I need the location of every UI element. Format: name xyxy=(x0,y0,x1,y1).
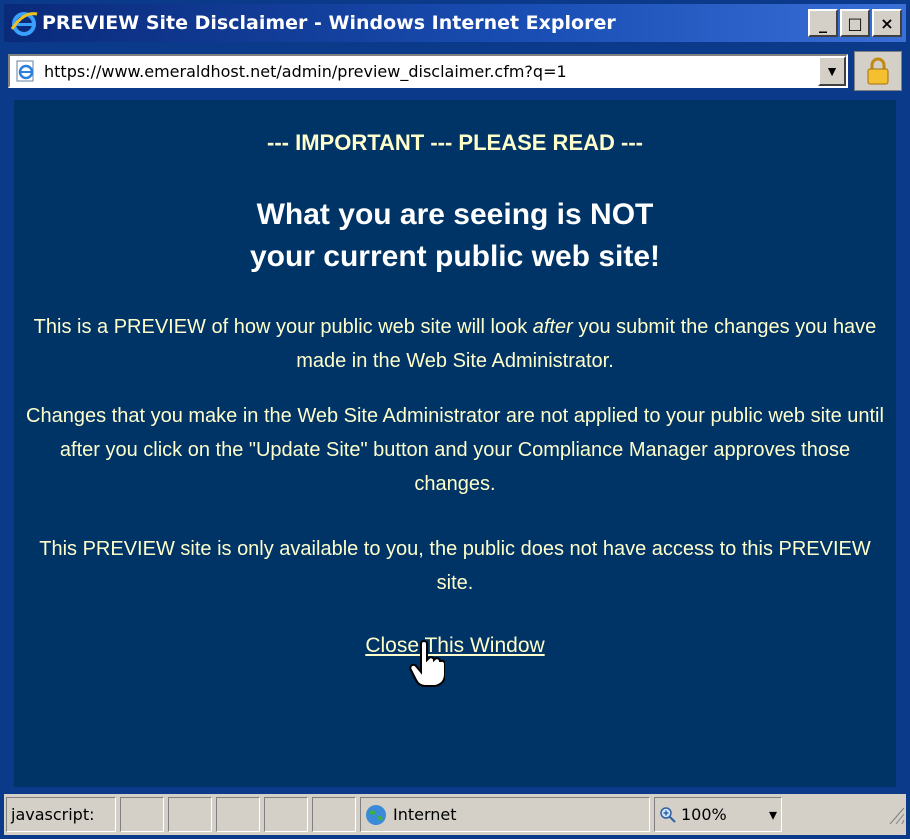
p1-emphasis: after xyxy=(532,316,573,338)
status-pane-1 xyxy=(120,797,164,832)
window-controls: _ □ × xyxy=(808,9,902,37)
important-notice: --- IMPORTANT --- PLEASE READ --- xyxy=(267,130,643,155)
zoom-dropdown-icon[interactable]: ▾ xyxy=(769,805,777,824)
ie-page-icon xyxy=(16,60,34,82)
status-pane-5 xyxy=(312,797,356,832)
address-bar: https://www.emeraldhost.net/admin/previe… xyxy=(8,50,902,92)
status-pane-3 xyxy=(216,797,260,832)
zone-label: Internet xyxy=(393,805,457,824)
lock-icon xyxy=(867,57,889,85)
p1-text-start: This is a PREVIEW of how your public web… xyxy=(33,316,533,338)
status-pane-2 xyxy=(168,797,212,832)
maximize-button[interactable]: □ xyxy=(840,9,870,37)
window-title: PREVIEW Site Disclaimer - Windows Intern… xyxy=(42,12,616,34)
status-bar: javascript: Internet 100% ▾ xyxy=(4,794,906,835)
close-button[interactable]: × xyxy=(872,9,902,37)
hand-cursor-icon xyxy=(409,640,445,687)
availability-paragraph: This PREVIEW site is only available to y… xyxy=(39,538,871,594)
page-content: --- IMPORTANT --- PLEASE READ --- What y… xyxy=(14,100,896,787)
close-window-link[interactable]: Close This Window xyxy=(14,634,896,658)
url-text: https://www.emeraldhost.net/admin/previe… xyxy=(44,61,567,81)
status-text: javascript: xyxy=(6,797,116,832)
zoom-control[interactable]: 100% ▾ xyxy=(654,797,782,832)
globe-icon xyxy=(366,804,386,825)
zoom-icon xyxy=(660,806,676,823)
changes-paragraph: Changes that you make in the Web Site Ad… xyxy=(26,405,884,495)
headline-line-2: your current public web site! xyxy=(249,240,661,273)
minimize-button[interactable]: _ xyxy=(808,9,838,37)
ie-logo-icon xyxy=(10,12,38,36)
status-pane-4 xyxy=(264,797,308,832)
address-field[interactable]: https://www.emeraldhost.net/admin/previe… xyxy=(8,54,848,88)
browser-window: PREVIEW Site Disclaimer - Windows Intern… xyxy=(0,0,910,839)
headline-line-1: What you are seeing is NOT xyxy=(256,198,654,231)
preview-paragraph: This is a PREVIEW of how your public web… xyxy=(24,310,886,378)
security-lock-button[interactable] xyxy=(854,51,902,91)
title-bar[interactable]: PREVIEW Site Disclaimer - Windows Intern… xyxy=(4,4,906,42)
security-zone[interactable]: Internet xyxy=(360,797,650,832)
headline: What you are seeing is NOT your current … xyxy=(14,194,896,278)
close-window-link-text[interactable]: Close This Window xyxy=(365,634,544,657)
zoom-level: 100% xyxy=(681,805,727,824)
resize-grip-icon[interactable] xyxy=(880,794,906,835)
address-dropdown-button[interactable]: ▼ xyxy=(818,56,846,86)
